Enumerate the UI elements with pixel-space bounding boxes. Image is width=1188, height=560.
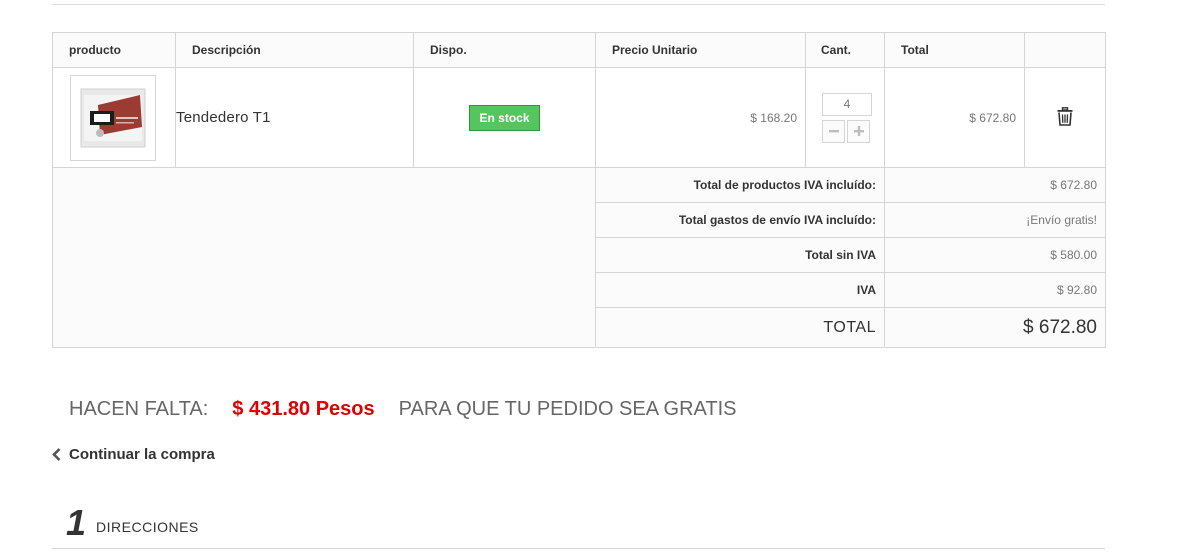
shipping-value: ¡Envío gratis! bbox=[884, 202, 1106, 238]
free-shipping-suffix: PARA QUE TU PEDIDO SEA GRATIS bbox=[398, 398, 737, 420]
product-thumbnail-cell bbox=[52, 67, 176, 168]
tax-value: $ 92.80 bbox=[884, 272, 1106, 308]
total-products-label: Total de productos IVA incluído: bbox=[595, 167, 885, 203]
chevron-left-icon bbox=[52, 448, 62, 462]
product-name[interactable]: Tendedero T1 bbox=[175, 67, 414, 168]
grand-total-value: $ 672.80 bbox=[884, 307, 1106, 348]
delete-cell bbox=[1024, 67, 1106, 168]
line-total: $ 672.80 bbox=[884, 67, 1025, 168]
free-shipping-amount: $ 431.80 Pesos bbox=[232, 398, 375, 420]
header-total: Total bbox=[884, 32, 1025, 68]
step-divider bbox=[52, 548, 1105, 549]
quantity-input[interactable]: 4 bbox=[822, 92, 872, 116]
delete-button[interactable] bbox=[1057, 106, 1073, 129]
header-product: producto bbox=[52, 32, 176, 68]
total-products-value: $ 672.80 bbox=[884, 167, 1106, 203]
shipping-label: Total gastos de envío IVA incluído: bbox=[595, 202, 885, 238]
cart-item-row: Tendedero T1 En stock $ 168.20 4 $ 672.8… bbox=[52, 67, 1106, 168]
grand-total-label: TOTAL bbox=[595, 307, 885, 348]
header-unit-price: Precio Unitario bbox=[595, 32, 806, 68]
step-number: 1 bbox=[66, 502, 87, 543]
cart-header-row: producto Descripción Dispo. Precio Unita… bbox=[52, 32, 1106, 68]
free-shipping-prefix: HACEN FALTA: bbox=[69, 398, 209, 420]
quantity-increase-button[interactable] bbox=[847, 119, 870, 143]
availability-cell: En stock bbox=[413, 67, 596, 168]
unit-price: $ 168.20 bbox=[595, 67, 806, 168]
header-actions bbox=[1024, 32, 1106, 68]
step-addresses-heading: 1 DIRECCIONES bbox=[66, 505, 199, 541]
summary-products-row: Total de productos IVA incluído: $ 672.8… bbox=[52, 167, 1106, 348]
in-stock-badge: En stock bbox=[469, 104, 540, 131]
subtotal-label: Total sin IVA bbox=[595, 237, 885, 273]
subtotal-value: $ 580.00 bbox=[884, 237, 1106, 273]
tax-label: IVA bbox=[595, 272, 885, 308]
top-divider bbox=[52, 4, 1105, 5]
continue-shopping-link[interactable]: Continuar la compra bbox=[52, 446, 215, 463]
header-quantity: Cant. bbox=[805, 32, 885, 68]
cart-summary-table: producto Descripción Dispo. Precio Unita… bbox=[52, 32, 1106, 348]
continue-shopping-label[interactable]: Continuar la compra bbox=[69, 446, 215, 463]
quantity-decrease-button[interactable] bbox=[822, 119, 845, 143]
product-thumbnail-link[interactable] bbox=[70, 74, 156, 161]
plus-icon bbox=[853, 126, 864, 136]
minus-icon bbox=[828, 130, 839, 133]
step-title: DIRECCIONES bbox=[96, 519, 199, 535]
product-thumbnail bbox=[80, 88, 146, 147]
header-availability: Dispo. bbox=[413, 32, 596, 68]
free-shipping-notice: HACEN FALTA: $ 431.80 Pesos PARA QUE TU PE… bbox=[69, 398, 737, 421]
quantity-cell: 4 bbox=[805, 67, 885, 168]
trash-icon bbox=[1057, 106, 1073, 126]
product-name-text[interactable]: Tendedero T1 bbox=[176, 109, 271, 126]
header-description: Descripción bbox=[175, 32, 414, 68]
summary-blank-area bbox=[52, 167, 596, 348]
